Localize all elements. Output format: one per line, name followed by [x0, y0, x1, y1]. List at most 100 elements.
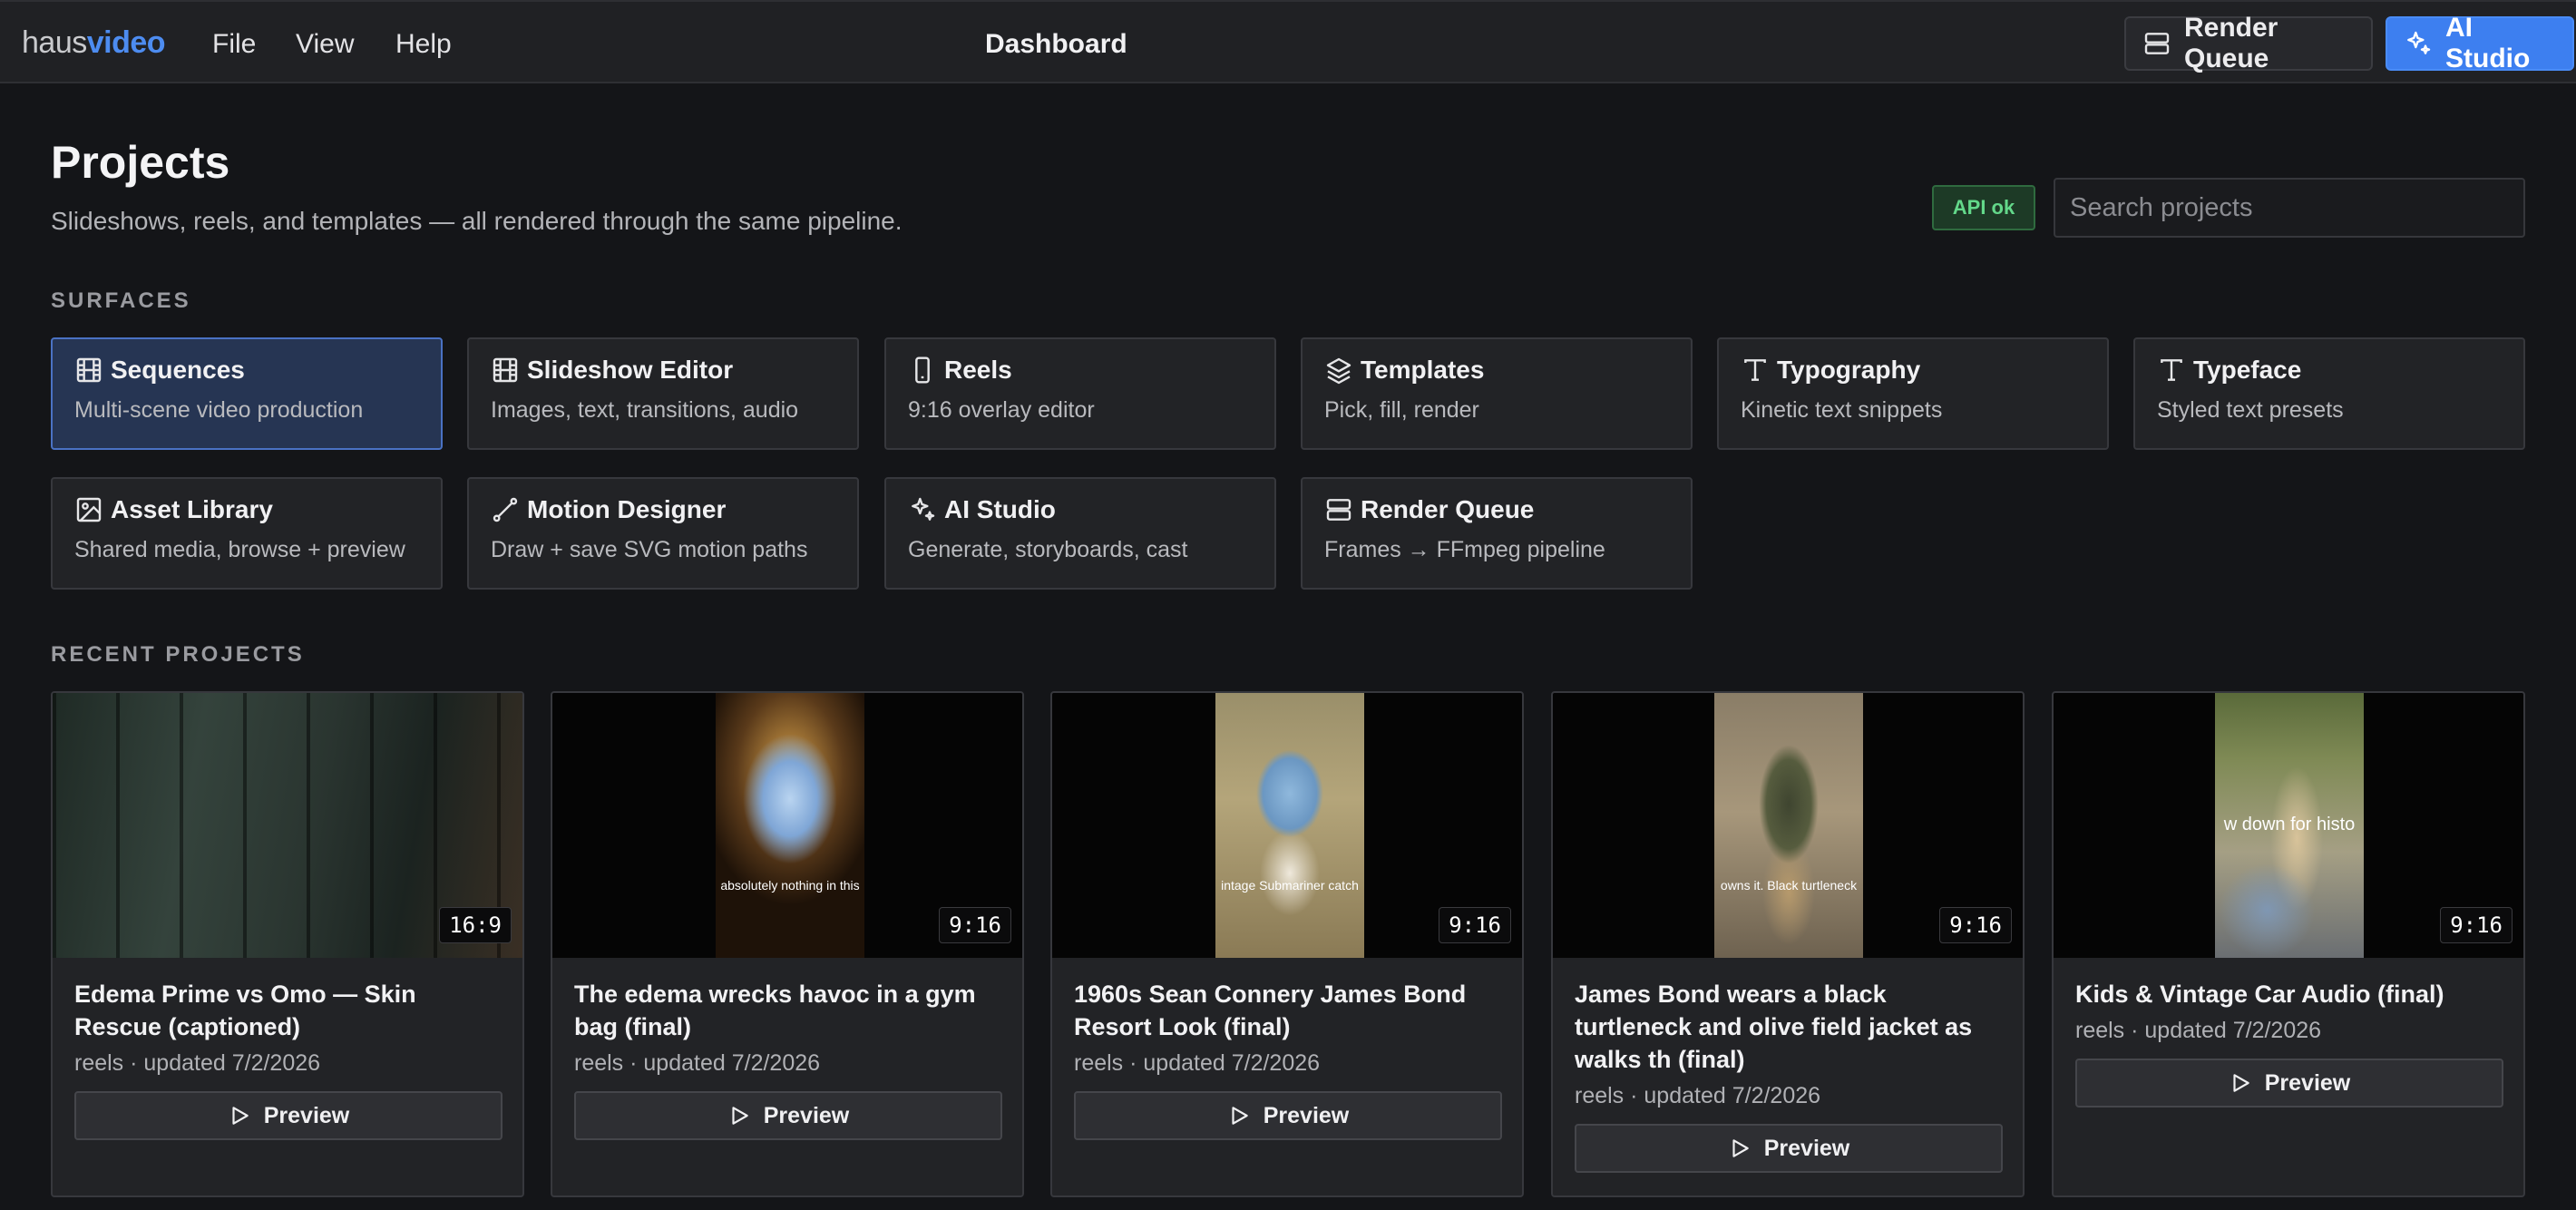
- surface-title: Typography: [1777, 356, 1921, 384]
- project-title: 1960s Sean Connery James Bond Resort Loo…: [1074, 981, 1467, 1040]
- preview-label: Preview: [2264, 1069, 2351, 1096]
- menu-view[interactable]: View: [296, 29, 354, 60]
- surface-title: Templates: [1361, 356, 1485, 384]
- aspect-ratio-badge: 9:16: [939, 907, 1011, 943]
- thumbnail-image: [716, 693, 864, 958]
- surface-card-sequences[interactable]: Sequences Multi-scene video production: [51, 337, 443, 450]
- project-card[interactable]: absolutely nothing in this 9:16 The edem…: [551, 691, 1024, 1197]
- project-card[interactable]: intage Submariner catch 9:16 1960s Sean …: [1050, 691, 1524, 1197]
- ai-studio-button[interactable]: AI Studio: [2386, 13, 2574, 73]
- surface-title: Motion Designer: [527, 495, 727, 523]
- surface-card-render-queue[interactable]: Render Queue Frames → FFmpeg pipeline: [1301, 477, 1693, 590]
- thumbnail-caption: owns it. Black turtleneck: [1720, 878, 1858, 893]
- play-icon: [1232, 1107, 1248, 1125]
- aspect-ratio-badge: 9:16: [1939, 907, 2012, 943]
- preview-button[interactable]: Preview: [1575, 1124, 2003, 1173]
- film-icon: [491, 356, 520, 385]
- sparkles-icon: [908, 495, 937, 524]
- type-icon: [2157, 356, 2186, 385]
- surface-card-asset-library[interactable]: Asset Library Shared media, browse + prev…: [51, 477, 443, 590]
- thumbnail-image: [1215, 693, 1364, 958]
- phone-icon: [908, 356, 937, 385]
- search-input[interactable]: [2054, 178, 2525, 238]
- aspect-ratio-badge: 9:16: [1439, 907, 1511, 943]
- server-icon: [1324, 495, 1353, 524]
- surface-title: Reels: [944, 356, 1012, 384]
- menu-file[interactable]: File: [212, 29, 256, 60]
- preview-label: Preview: [763, 1102, 850, 1128]
- app-logo[interactable]: hausvideo: [22, 25, 166, 61]
- surface-description: 9:16 overlay editor: [908, 397, 1095, 423]
- page-context-title: Dashboard: [985, 29, 1127, 59]
- project-thumbnail[interactable]: owns it. Black turtleneck 9:16: [1553, 693, 2023, 958]
- play-icon: [732, 1107, 748, 1125]
- preview-button[interactable]: Preview: [74, 1091, 503, 1140]
- play-icon: [2233, 1074, 2249, 1092]
- aspect-ratio-badge: 16:9: [439, 907, 512, 943]
- menu-help[interactable]: Help: [395, 29, 452, 60]
- preview-button[interactable]: Preview: [2075, 1059, 2503, 1108]
- surface-description: Styled text presets: [2157, 397, 2344, 423]
- ai-studio-label: AI Studio: [2445, 13, 2531, 73]
- project-meta: reels · updated 7/2/2026: [2075, 1018, 2322, 1043]
- project-meta: reels · updated 7/2/2026: [1575, 1083, 1821, 1108]
- project-meta: reels · updated 7/2/2026: [574, 1050, 821, 1076]
- project-thumbnail[interactable]: 16:9: [53, 693, 522, 958]
- project-thumbnail[interactable]: absolutely nothing in this 9:16: [552, 693, 1022, 958]
- surface-title: Render Queue: [1361, 495, 1535, 523]
- surface-card-reels[interactable]: Reels 9:16 overlay editor: [884, 337, 1276, 450]
- surface-card-typography[interactable]: Typography Kinetic text snippets: [1717, 337, 2109, 450]
- surface-card-templates[interactable]: Templates Pick, fill, render: [1301, 337, 1693, 450]
- api-status-badge: API ok: [1932, 185, 2035, 230]
- surfaces-section-label: SURFACES: [51, 288, 191, 313]
- project-title: Edema Prime vs Omo — Skin Rescue (captio…: [74, 981, 416, 1040]
- surface-card-slideshow-editor[interactable]: Slideshow Editor Images, text, transition…: [467, 337, 859, 450]
- preview-button[interactable]: Preview: [574, 1091, 1002, 1140]
- surface-title: Asset Library: [111, 495, 273, 523]
- top-bar: hausvideo File View Help Dashboard Rende…: [0, 0, 2576, 83]
- path-icon: [491, 495, 520, 524]
- surface-description: Draw + save SVG motion paths: [491, 537, 808, 562]
- server-icon: [2144, 33, 2170, 54]
- thumbnail-caption: intage Submariner catch: [1221, 878, 1359, 893]
- project-card[interactable]: w down for histo 9:16 Kids & Vintage Car…: [2052, 691, 2525, 1197]
- sparkles-icon: [2407, 31, 2431, 54]
- surface-description: Shared media, browse + preview: [74, 537, 405, 562]
- aspect-ratio-badge: 9:16: [2440, 907, 2513, 943]
- surface-description: Images, text, transitions, audio: [491, 397, 799, 423]
- surface-card-ai-studio[interactable]: AI Studio Generate, storyboards, cast: [884, 477, 1276, 590]
- preview-label: Preview: [263, 1102, 350, 1128]
- recent-projects-section-label: RECENT PROJECTS: [51, 642, 305, 667]
- surface-description: Kinetic text snippets: [1741, 397, 1943, 423]
- project-title: The edema wrecks havoc in a gym bag (fin…: [574, 981, 976, 1040]
- page-subtitle: Slideshows, reels, and templates — all r…: [51, 207, 903, 235]
- project-title: James Bond wears a black turtleneck and …: [1575, 981, 1973, 1073]
- project-thumbnail[interactable]: w down for histo 9:16: [2054, 693, 2523, 958]
- thumbnail-caption: absolutely nothing in this: [720, 878, 860, 893]
- project-card[interactable]: 16:9 Edema Prime vs Omo — Skin Rescue (c…: [51, 691, 524, 1197]
- render-queue-label: Render Queue: [2184, 13, 2278, 73]
- surface-title: Slideshow Editor: [527, 356, 734, 384]
- project-card[interactable]: owns it. Black turtleneck 9:16 James Bon…: [1551, 691, 2025, 1197]
- type-icon: [1741, 356, 1770, 385]
- thumbnail-image: [1714, 693, 1863, 958]
- play-icon: [232, 1107, 249, 1125]
- surface-description: Generate, storyboards, cast: [908, 537, 1188, 562]
- thumbnail-caption: w down for histo: [2223, 815, 2356, 834]
- preview-button[interactable]: Preview: [1074, 1091, 1502, 1140]
- surface-card-typeface[interactable]: Typeface Styled text presets: [2133, 337, 2525, 450]
- surface-description: Multi-scene video production: [74, 397, 364, 423]
- image-icon: [74, 495, 103, 524]
- surface-card-motion-designer[interactable]: Motion Designer Draw + save SVG motion pa…: [467, 477, 859, 590]
- layers-icon: [1324, 356, 1353, 385]
- surface-title: AI Studio: [944, 495, 1056, 523]
- project-title: Kids & Vintage Car Audio (final): [2075, 981, 2444, 1008]
- surface-description: Frames → FFmpeg pipeline: [1324, 537, 1605, 562]
- project-meta: reels · updated 7/2/2026: [1074, 1050, 1321, 1076]
- surface-title: Sequences: [111, 356, 245, 384]
- project-meta: reels · updated 7/2/2026: [74, 1050, 321, 1076]
- surface-title: Typeface: [2193, 356, 2302, 384]
- render-queue-button[interactable]: Render Queue: [2124, 13, 2373, 73]
- project-thumbnail[interactable]: intage Submariner catch 9:16: [1052, 693, 1522, 958]
- page-title: Projects: [51, 137, 230, 188]
